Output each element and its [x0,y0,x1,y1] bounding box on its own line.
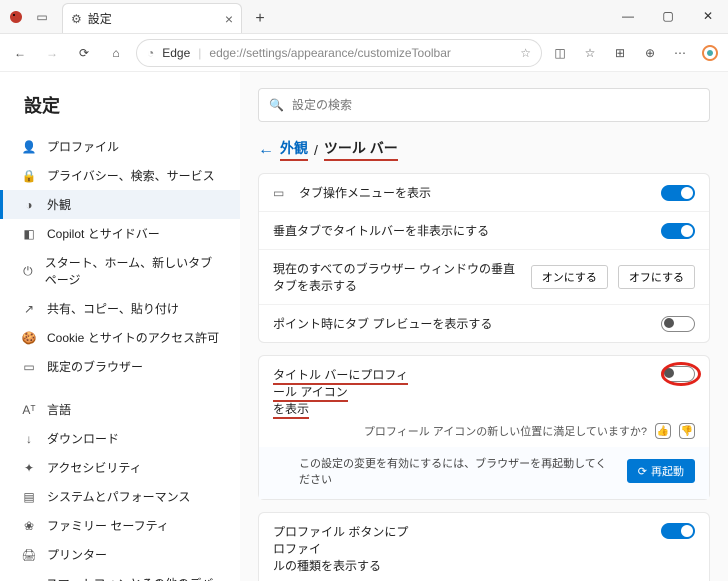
sidebar-item-appearance[interactable]: ◑外観 [0,190,240,219]
row-label-l2: を表示 [273,402,309,419]
card-profile-icon: タイトル バーにプロフィール アイコン を表示 プロフィール アイコンの新しい位… [258,355,710,500]
browser-icon: ▭ [21,360,37,374]
row-tab-menu: ▭ タブ操作メニューを表示 [259,174,709,212]
profile-button-feedback: プロファイル ボタンにプロファイルの種類が表示されることに満足していますか? 👍… [259,576,709,581]
vtab-on-button[interactable]: オンにする [531,265,608,289]
toggle-hover-preview[interactable] [661,316,695,332]
card-tab-settings: ▭ タブ操作メニューを表示 垂直タブでタイトルバーを非表示にする 現在のすべての… [258,173,710,343]
row-label-l1: タイトル バーにプロフィール アイコン [273,368,408,402]
toolbar: ← → ⟳ ⌂ ◔ Edge | edge://settings/appeara… [0,34,728,72]
toggle-tab-menu[interactable] [661,185,695,201]
minimize-button[interactable]: — [608,0,648,33]
sidebar-item-copilot[interactable]: ◧Copilot とサイドバー [0,219,240,248]
more-icon[interactable]: ⋯ [670,43,690,63]
restart-button[interactable]: ⟳再起動 [627,459,695,483]
profile-icon-feedback: プロフィール アイコンの新しい位置に満足していますか? 👍 👎 [259,419,709,447]
close-window-button[interactable]: ✕ [688,0,728,33]
sidebar-item-profile[interactable]: 👤プロファイル [0,132,240,161]
thumb-up-icon[interactable]: 👍 [655,423,671,439]
sidebar-item-privacy[interactable]: 🔒プライバシー、検索、サービス [0,161,240,190]
language-icon: Aᵀ [21,403,37,417]
lock-icon: 🔒 [21,169,37,183]
sidebar-item-cookies[interactable]: 🍪Cookie とサイトのアクセス許可 [0,323,240,352]
restart-row: この設定の変更を有効にするには、ブラウザーを再起動してください ⟳再起動 [259,447,709,499]
sidebar-item-default[interactable]: ▭既定のブラウザー [0,352,240,381]
tab-icon: ▭ [273,186,289,200]
vtab-off-button[interactable]: オフにする [618,265,695,289]
copilot-icon[interactable] [700,43,720,63]
printer-icon: 🖨 [21,548,37,562]
app-icon [8,9,24,25]
sidebar-item-downloads[interactable]: ↓ダウンロード [0,424,240,453]
favorite-icon[interactable]: ☆ [520,46,531,60]
split-screen-icon[interactable]: ◫ [550,43,570,63]
appearance-icon: ◑ [21,198,37,212]
breadcrumb-back-icon[interactable]: ← [258,141,274,159]
settings-sidebar: 設定 👤プロファイル 🔒プライバシー、検索、サービス ◑外観 ◧Copilot … [0,72,240,581]
row-vtab-all: 現在のすべてのブラウザー ウィンドウの垂直タブを表示する オンにする オフにする [259,250,709,305]
close-tab-icon[interactable]: × [225,11,233,27]
address-bar[interactable]: ◔ Edge | edge://settings/appearance/cust… [136,39,542,67]
sidebar-item-printer[interactable]: 🖨プリンター [0,540,240,569]
breadcrumb-parent[interactable]: 外観 [280,138,308,161]
refresh-button[interactable]: ⟳ [72,41,96,65]
settings-search[interactable]: 🔍 [258,88,710,122]
row-profile-icon: タイトル バーにプロフィール アイコン を表示 [259,356,709,419]
forward-button[interactable]: → [40,41,64,65]
sidebar-item-accessibility[interactable]: ✦アクセシビリティ [0,453,240,482]
profile-icon: 👤 [21,140,37,154]
search-icon: 🔍 [269,98,284,112]
sidebar-icon: ◧ [21,227,37,241]
breadcrumb-current: ツール バー [324,138,398,161]
accessibility-icon: ✦ [21,461,37,475]
edge-icon: ◔ [147,46,154,60]
toggle-vtab-hide[interactable] [661,223,695,239]
browser-tab[interactable]: ⚙ 設定 × [62,3,242,33]
breadcrumb: ← 外観 / ツール バー [258,138,710,161]
settings-heading: 設定 [0,88,240,132]
cookie-icon: 🍪 [21,331,37,345]
new-tab-button[interactable]: + [246,5,274,33]
download-icon: ↓ [21,432,37,446]
sidebar-item-devices[interactable]: 📱スマートフォンとその他のデバイス [0,569,240,581]
row-vtab-hide: 垂直タブでタイトルバーを非表示にする [259,212,709,250]
settings-content: 🔍 ← 外観 / ツール バー ▭ タブ操作メニューを表示 垂直タブでタイトルバ… [240,72,728,581]
system-icon: ▤ [21,490,37,504]
address-scheme: Edge [162,46,190,60]
home-icon: ⏻ [21,264,35,279]
search-input[interactable] [292,98,699,112]
address-url: edge://settings/appearance/customizeTool… [209,46,450,60]
extensions-icon[interactable]: ⊞ [610,43,630,63]
sidebar-item-system[interactable]: ▤システムとパフォーマンス [0,482,240,511]
title-bar: ▭ ⚙ 設定 × + — ▢ ✕ [0,0,728,34]
back-button[interactable]: ← [8,41,32,65]
toggle-profile-icon[interactable] [661,366,695,382]
card-profile-button: プロファイル ボタンにプロファイ ルの種類を表示する プロファイル ボタンにプロ… [258,512,710,581]
sidebar-item-start[interactable]: ⏻スタート、ホーム、新しいタブ ページ [0,248,240,294]
sidebar-item-share[interactable]: ↗共有、コピー、貼り付け [0,294,240,323]
collections-icon[interactable]: ⊕ [640,43,660,63]
row-profile-button: プロファイル ボタンにプロファイ ルの種類を表示する [259,513,709,576]
family-icon: ❀ [21,519,37,533]
gear-icon: ⚙ [71,12,82,26]
favorites-icon[interactable]: ☆ [580,43,600,63]
sidebar-item-language[interactable]: Aᵀ言語 [0,395,240,424]
toggle-profile-button[interactable] [661,523,695,539]
tab-overview-icon[interactable]: ▭ [34,9,50,25]
sidebar-item-family[interactable]: ❀ファミリー セーフティ [0,511,240,540]
home-button[interactable]: ⌂ [104,41,128,65]
thumb-down-icon[interactable]: 👎 [679,423,695,439]
tab-title: 設定 [88,10,219,27]
share-icon: ↗ [21,302,37,316]
row-hover-preview: ポイント時にタブ プレビューを表示する [259,305,709,342]
maximize-button[interactable]: ▢ [648,0,688,33]
